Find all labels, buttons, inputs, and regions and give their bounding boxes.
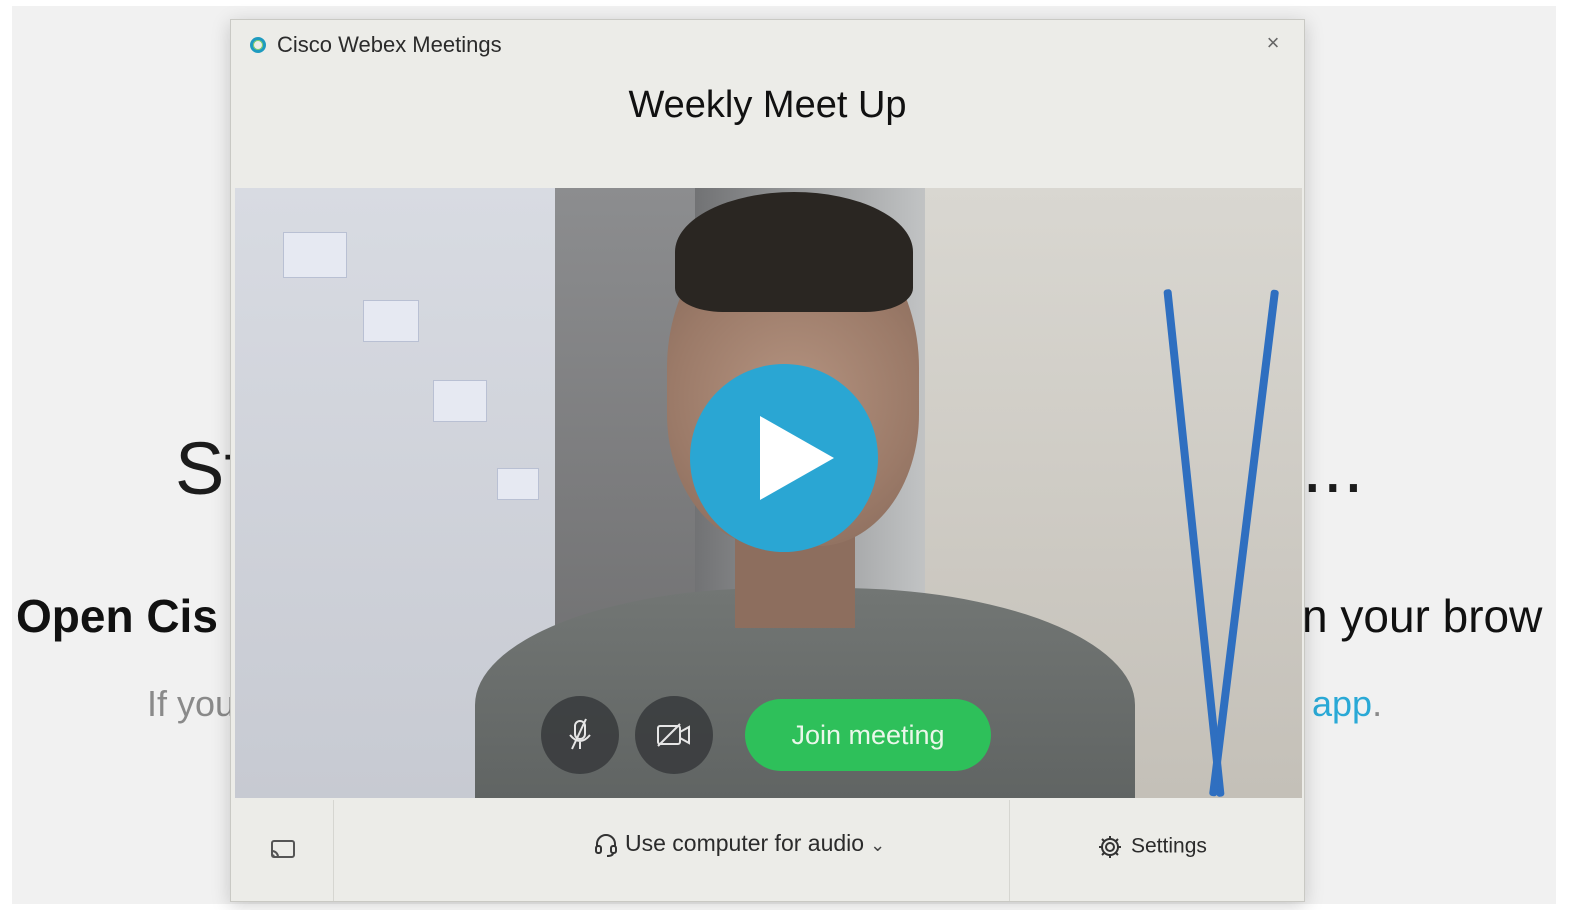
- app-link[interactable]: app: [1312, 683, 1372, 724]
- chevron-down-icon: ⌄: [870, 835, 886, 855]
- title-bar: Cisco Webex Meetings ×: [231, 20, 1304, 70]
- play-button[interactable]: [690, 364, 878, 552]
- settings-label: Settings: [1131, 834, 1207, 858]
- wall-note: [283, 232, 347, 278]
- audio-option-label: Use computer for audio: [625, 830, 865, 856]
- close-icon[interactable]: ×: [1260, 30, 1286, 56]
- video-toggle-button[interactable]: [635, 696, 713, 774]
- cast-icon[interactable]: [269, 838, 297, 867]
- bottom-bar: Use computer for audio ⌄ Settings: [231, 800, 1304, 901]
- video-off-icon: [657, 723, 690, 747]
- gear-icon: [1099, 836, 1121, 858]
- mute-button[interactable]: [541, 696, 619, 774]
- meeting-title: Weekly Meet Up: [628, 84, 907, 126]
- video-preview: Join meeting: [235, 188, 1302, 798]
- background-heading-right: ...: [1302, 425, 1364, 508]
- bottom-divider: [333, 800, 334, 901]
- join-meeting-button[interactable]: Join meeting: [745, 699, 991, 771]
- mute-mic-icon: [569, 718, 591, 750]
- webex-logo-icon: [250, 37, 266, 53]
- wall-note: [497, 468, 539, 500]
- background-line-left: If you: [147, 683, 236, 724]
- settings-button[interactable]: Settings: [1097, 834, 1207, 860]
- headset-icon: [595, 833, 617, 857]
- play-icon: [760, 416, 834, 500]
- background-subheading-right: n your brow: [1302, 590, 1543, 642]
- background-subheading-left: Open Cis: [16, 590, 218, 642]
- webex-dialog: Cisco Webex Meetings × Weekly Meet Up Jo…: [230, 19, 1305, 902]
- background-line-end: .: [1372, 683, 1383, 724]
- app-name: Cisco Webex Meetings: [277, 32, 502, 57]
- wall-note: [433, 380, 487, 422]
- background-line-right: app.: [1312, 683, 1382, 725]
- audio-option-dropdown[interactable]: Use computer for audio ⌄: [593, 830, 885, 858]
- bottom-divider: [1009, 800, 1010, 901]
- wall-note: [363, 300, 419, 342]
- person-hair: [675, 192, 913, 312]
